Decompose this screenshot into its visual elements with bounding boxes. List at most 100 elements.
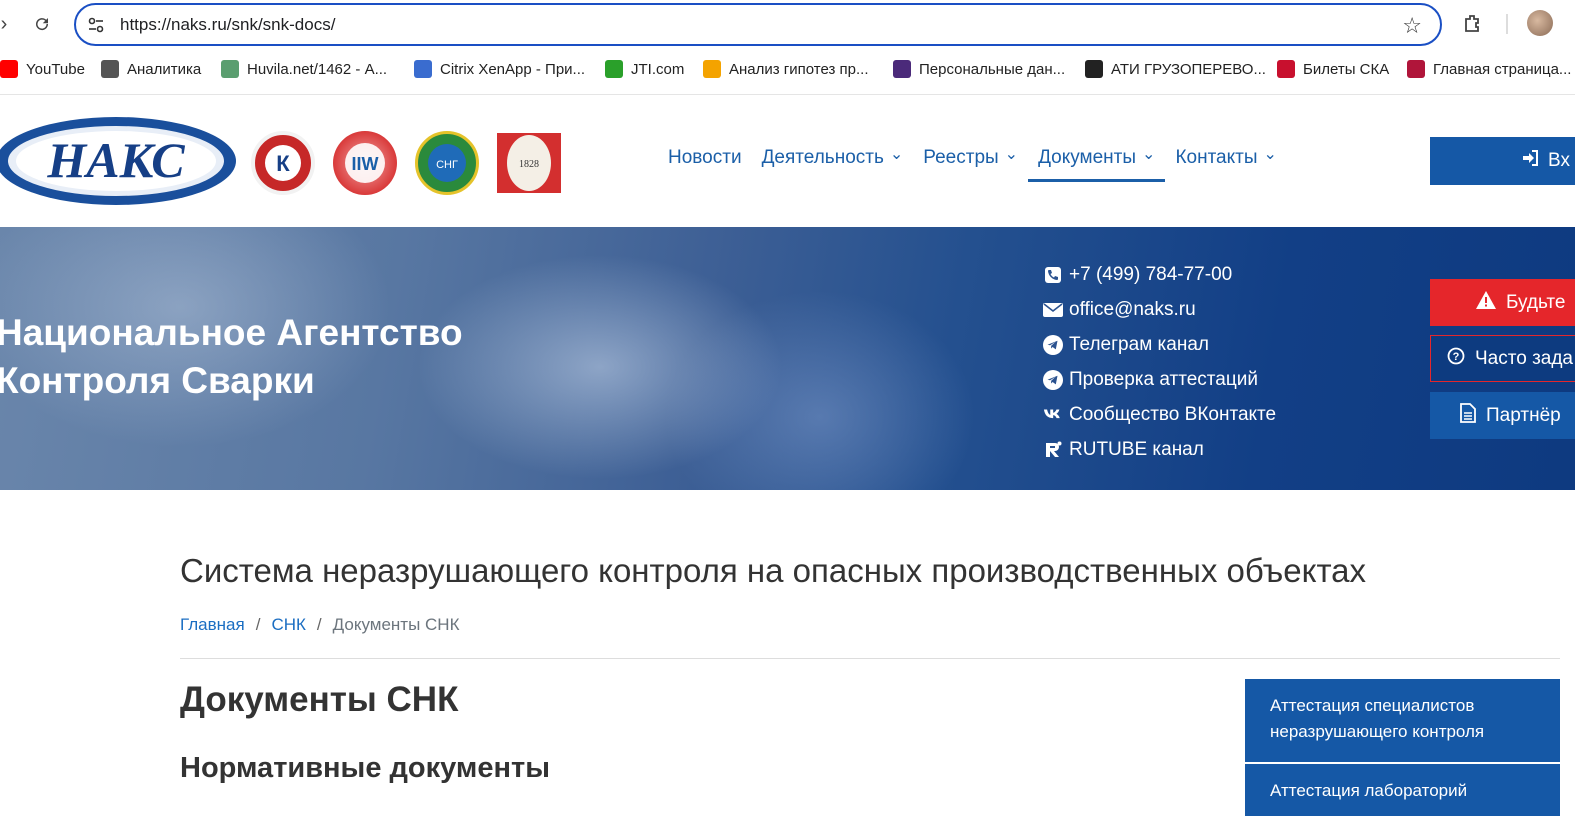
bookmark-item[interactable]: JTI.com xyxy=(605,60,684,78)
side-nav-item[interactable]: Аттестация лабораторий xyxy=(1245,764,1560,816)
naks-logo[interactable]: НАКС xyxy=(0,115,239,207)
bookmark-item[interactable]: YouTube xyxy=(0,60,85,78)
extensions-icon[interactable] xyxy=(1462,12,1484,34)
bookmark-item[interactable]: Аналитика xyxy=(101,60,201,78)
contact-text: RUTUBE канал xyxy=(1069,438,1204,460)
hero-title: Национальное Агентство Контроля Сварки xyxy=(0,309,463,405)
bookmark-item[interactable]: Citrix XenApp - При... xyxy=(414,60,585,78)
facebook-icon xyxy=(101,60,119,78)
profile-avatar[interactable] xyxy=(1527,10,1553,36)
svg-text:СНГ: СНГ xyxy=(436,159,458,171)
contact-text: +7 (499) 784-77-00 xyxy=(1069,263,1233,285)
chevron-down-icon: ⌄ xyxy=(1004,146,1019,163)
rutube-icon xyxy=(1043,440,1063,460)
contact-text: Телеграм канал xyxy=(1069,333,1209,355)
hero-title-line2: Контроля Сварки xyxy=(0,360,315,401)
warning-button[interactable]: Будьте xyxy=(1430,279,1575,326)
faq-button[interactable]: ? Часто зада xyxy=(1430,335,1575,382)
bookmark-item[interactable]: Персональные дан... xyxy=(893,60,1065,78)
menu-item[interactable]: Контакты ⌄ xyxy=(1175,146,1277,169)
partners-button[interactable]: Партнёр xyxy=(1430,392,1575,439)
contact-link[interactable]: Сообщество ВКонтакте xyxy=(1043,397,1276,432)
home-page-icon xyxy=(1407,60,1425,78)
youtube-icon xyxy=(0,60,18,78)
login-icon xyxy=(1522,149,1540,173)
quality-cert-logo: К xyxy=(251,131,315,195)
breadcrumb-current: Документы СНК xyxy=(332,615,460,634)
svg-text:К: К xyxy=(276,151,290,176)
contact-link[interactable]: Проверка аттестаций xyxy=(1043,362,1276,397)
contact-text: Сообщество ВКонтакте xyxy=(1069,403,1277,425)
bookmark-label: АТИ ГРУЗОПЕРЕВО... xyxy=(1111,60,1266,78)
bookmark-item[interactable]: Главная страница... xyxy=(1407,60,1571,78)
svg-text:1828: 1828 xyxy=(519,159,539,170)
menu-item-label: Новости xyxy=(668,147,742,168)
contact-text: office@naks.ru xyxy=(1069,298,1196,320)
menu-item-label: Деятельность xyxy=(761,147,884,168)
bookmarks-bar: YouTube Аналитика Huvila.net/1462 - А... Ci… xyxy=(0,54,1575,86)
bookmark-label: Билеты СКА xyxy=(1303,60,1390,78)
bookmark-item[interactable]: Huvila.net/1462 - А... xyxy=(221,60,387,78)
bookmark-label: YouTube xyxy=(26,60,85,78)
personal-data-icon xyxy=(893,60,911,78)
section-heading: Документы СНК xyxy=(180,680,459,719)
phone-icon xyxy=(1043,265,1063,285)
chevron-down-icon: ⌄ xyxy=(889,146,904,163)
hero-banner: Национальное Агентство Контроля Сварки +… xyxy=(0,227,1575,490)
reload-icon[interactable] xyxy=(28,10,56,38)
bookmark-label: Персональные дан... xyxy=(919,60,1066,78)
bookmark-star-icon[interactable]: ☆ xyxy=(1402,13,1422,39)
hero-title-line1: Национальное Агентство xyxy=(0,312,463,353)
breadcrumb-home[interactable]: Главная xyxy=(180,615,245,635)
menu-item-label: Документы xyxy=(1038,147,1137,168)
chevron-down-icon: ⌄ xyxy=(1263,146,1277,163)
menu-item-label: Реестры xyxy=(923,147,999,168)
breadcrumb: Главная / СНК / Документы СНК xyxy=(180,615,459,635)
contact-link[interactable]: Телеграм канал xyxy=(1043,327,1276,362)
forward-icon[interactable]: › xyxy=(0,10,18,38)
site-header: НАКС К IIW СНГ 1828 Новости Деятельность ⌄… xyxy=(0,95,1575,227)
cis-logo: СНГ xyxy=(415,131,479,195)
url-text[interactable]: https://naks.ru/snk/snk-docs/ xyxy=(120,15,335,35)
address-bar[interactable]: https://naks.ru/snk/snk-docs/ ☆ xyxy=(74,3,1442,46)
bookmark-label: Аналитика xyxy=(127,60,202,78)
page-title: Система неразрушающего контроля на опасн… xyxy=(180,552,1367,589)
site-settings-icon[interactable] xyxy=(86,15,106,35)
contact-link[interactable]: +7 (499) 784-77-00 xyxy=(1043,257,1276,292)
bookmark-item[interactable]: Билеты СКА xyxy=(1277,60,1389,78)
bookmark-label: Huvila.net/1462 - А... xyxy=(247,60,388,78)
login-label: Вх xyxy=(1548,150,1570,171)
svg-text:НАКС: НАКС xyxy=(46,132,185,188)
main-menu: Новости Деятельность ⌄ Реестры ⌄ Документы ⌄ Ко… xyxy=(668,146,1297,182)
warning-icon xyxy=(1476,290,1496,315)
breadcrumb-separator: / xyxy=(316,615,322,634)
bookmark-label: Citrix XenApp - При... xyxy=(440,60,586,78)
menu-item[interactable]: Деятельность ⌄ xyxy=(761,146,904,169)
svg-text:IIW: IIW xyxy=(352,154,379,174)
faq-button-label: Часто зада xyxy=(1475,347,1573,369)
menu-item[interactable]: Документы ⌄ xyxy=(1028,146,1166,182)
menu-item-label: Контакты xyxy=(1175,147,1258,168)
ska-icon xyxy=(1277,60,1295,78)
hypothesis-icon xyxy=(703,60,721,78)
menu-item[interactable]: Реестры ⌄ xyxy=(923,146,1019,169)
envelope-icon xyxy=(1043,300,1063,320)
login-button[interactable]: Вх xyxy=(1430,137,1575,185)
side-nav-item[interactable]: Аттестация специалистов неразрушающего к… xyxy=(1245,679,1560,764)
telegram-icon xyxy=(1043,369,1063,390)
content-divider xyxy=(180,658,1560,659)
bookmark-item[interactable]: Анализ гипотез пр... xyxy=(703,60,869,78)
contact-link[interactable]: office@naks.ru xyxy=(1043,292,1276,327)
ati-icon xyxy=(1085,60,1103,78)
breadcrumb-snk[interactable]: СНК xyxy=(271,615,305,635)
contact-link[interactable]: RUTUBE канал xyxy=(1043,432,1276,467)
menu-item[interactable]: Новости xyxy=(668,147,742,169)
bureau-veritas-logo: 1828 xyxy=(497,133,561,193)
bookmark-label: Главная страница... xyxy=(1433,60,1572,78)
bookmark-item[interactable]: АТИ ГРУЗОПЕРЕВО... xyxy=(1085,60,1266,78)
citrix-icon xyxy=(414,60,432,78)
browser-toolbar: › https://naks.ru/snk/snk-docs/ ☆ xyxy=(0,0,1575,50)
svg-text:?: ? xyxy=(1453,351,1460,363)
question-circle-icon: ? xyxy=(1447,347,1465,371)
bookmark-label: JTI.com xyxy=(631,60,685,78)
